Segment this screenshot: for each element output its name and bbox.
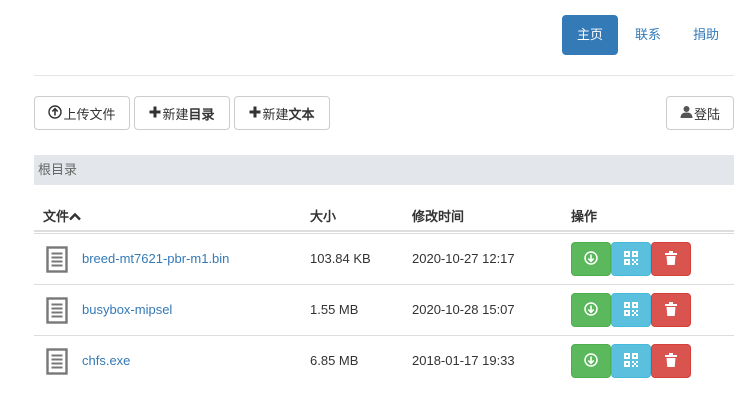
file-link[interactable]: chfs.exe [82, 353, 130, 368]
divider [34, 75, 734, 76]
file-size: 1.55 MB [310, 302, 359, 317]
table-row: breed-mt7621-pbr-m1.bin 103.84 KB 2020-1… [34, 233, 734, 284]
qrcode-button[interactable] [611, 344, 651, 378]
download-icon [584, 250, 598, 268]
file-mtime: 2018-01-17 19:33 [412, 353, 515, 368]
upload-button[interactable]: 上传文件 [34, 96, 130, 130]
download-button[interactable] [571, 293, 611, 327]
trash-icon [665, 352, 677, 370]
download-icon [584, 352, 598, 370]
nav-contact[interactable]: 联系 [620, 15, 676, 55]
top-nav: 主页 联系 捐助 [560, 15, 734, 55]
plus-icon [249, 106, 261, 121]
file-size: 103.84 KB [310, 251, 371, 266]
download-button[interactable] [571, 242, 611, 276]
chevron-up-icon [69, 209, 81, 224]
table-header: 文件 大小 修改时间 操作 [34, 196, 734, 232]
delete-button[interactable] [651, 293, 691, 327]
table-row: chfs.exe 6.85 MB 2018-01-17 19:33 [34, 335, 734, 386]
delete-button[interactable] [651, 242, 691, 276]
file-mtime: 2020-10-28 15:07 [412, 302, 515, 317]
file-size: 6.85 MB [310, 353, 359, 368]
new-text-bold: 文本 [288, 106, 315, 122]
upload-label: 上传文件 [63, 106, 116, 122]
new-directory-prefix: 新建 [162, 106, 189, 122]
nav-donate[interactable]: 捐助 [678, 15, 734, 55]
table-row: busybox-mipsel 1.55 MB 2020-10-28 15:07 [34, 284, 734, 335]
qrcode-icon [624, 301, 638, 319]
qrcode-icon [624, 352, 638, 370]
new-directory-button[interactable]: 新建 目录 [134, 96, 230, 130]
file-link[interactable]: breed-mt7621-pbr-m1.bin [82, 251, 229, 266]
trash-icon [665, 301, 677, 319]
file-link[interactable]: busybox-mipsel [82, 302, 172, 317]
header-name-label: 文件 [43, 209, 70, 224]
login-label: 登陆 [693, 106, 720, 122]
file-icon [46, 348, 68, 375]
trash-icon [665, 250, 677, 268]
new-text-prefix: 新建 [262, 106, 289, 122]
delete-button[interactable] [651, 344, 691, 378]
header-actions: 操作 [571, 209, 598, 224]
login-button[interactable]: 登陆 [666, 96, 734, 130]
file-mtime: 2020-10-27 12:17 [412, 251, 515, 266]
user-icon [680, 105, 693, 121]
breadcrumb[interactable]: 根目录 [34, 155, 734, 185]
new-directory-bold: 目录 [188, 106, 215, 122]
header-size: 大小 [310, 209, 337, 224]
upload-icon [48, 104, 63, 122]
nav-home[interactable]: 主页 [561, 15, 618, 55]
file-icon [46, 246, 68, 273]
download-icon [584, 301, 598, 319]
qrcode-button[interactable] [611, 242, 651, 276]
download-button[interactable] [571, 344, 611, 378]
file-icon [46, 297, 68, 324]
header-mtime: 修改时间 [412, 209, 465, 224]
qrcode-icon [624, 250, 638, 268]
new-text-button[interactable]: 新建 文本 [234, 96, 330, 130]
plus-icon [149, 106, 161, 121]
qrcode-button[interactable] [611, 293, 651, 327]
header-name[interactable]: 文件 [43, 206, 81, 225]
